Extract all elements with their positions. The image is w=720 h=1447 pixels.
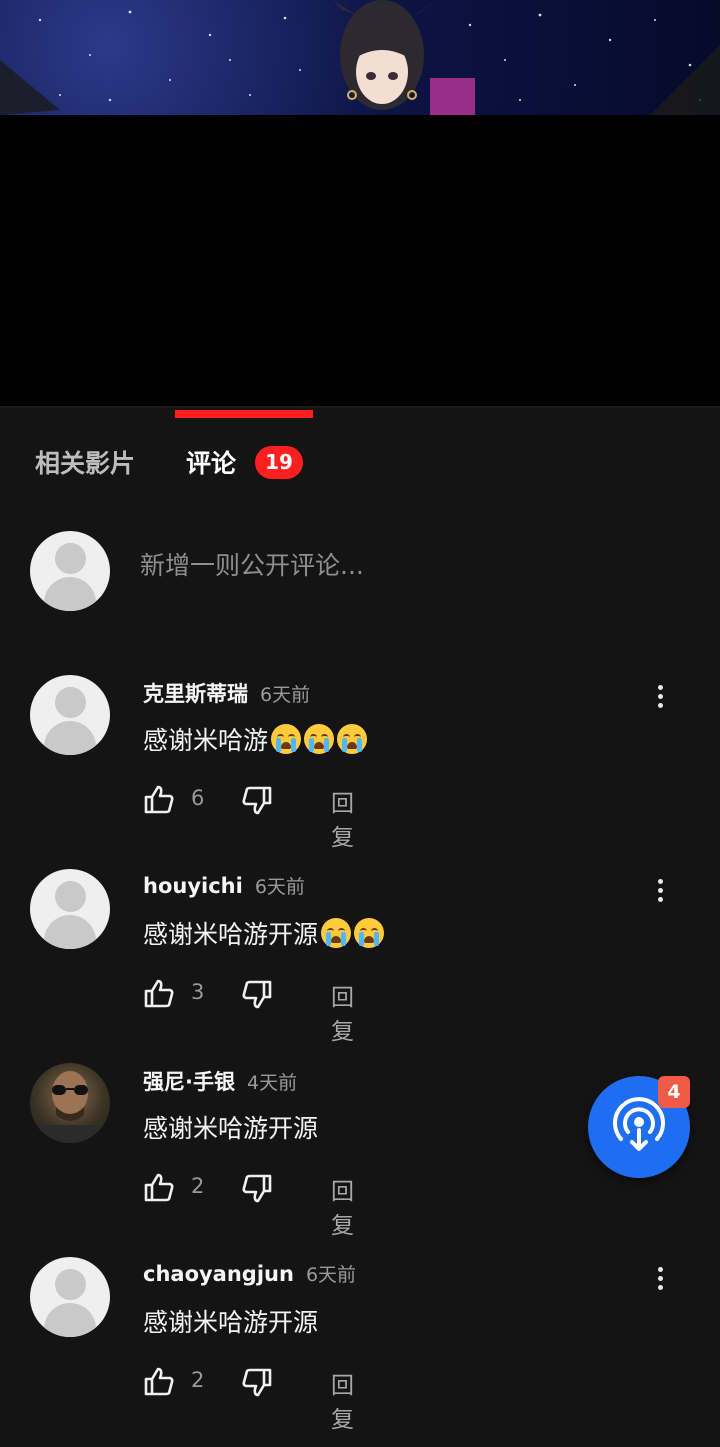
my-avatar <box>30 531 110 611</box>
comment-text: 感谢米哈游开源 <box>143 915 385 951</box>
avatar[interactable] <box>30 1257 110 1337</box>
comment-time: 4天前 <box>246 1072 298 1094</box>
comment-text: 感谢米哈游开源 <box>143 1303 318 1339</box>
comment-text-content: 感谢米哈游开源 <box>143 1308 319 1337</box>
tab-comments[interactable]: 评论 <box>186 444 236 480</box>
thumbs-down-icon[interactable] <box>241 979 273 1011</box>
more-options-icon[interactable] <box>650 1267 670 1297</box>
comment-author[interactable]: 强尼·手银 <box>143 1070 235 1094</box>
video-player[interactable] <box>0 0 720 406</box>
tab-related-videos[interactable]: 相关影片 <box>35 444 135 480</box>
loudly-crying-face-icon <box>337 724 368 754</box>
loudly-crying-face-icon <box>354 918 385 948</box>
loudly-crying-face-icon <box>321 918 352 948</box>
comment-author[interactable]: houyichi <box>143 874 243 898</box>
avatar[interactable] <box>30 869 110 949</box>
comment-text: 感谢米哈游开源 <box>143 1109 318 1145</box>
comment-time: 6天前 <box>260 684 311 706</box>
thumbs-up-icon[interactable] <box>143 783 175 815</box>
comment-author-line: chaoyangjun 6天前 <box>143 1260 356 1287</box>
user-photo-icon <box>30 1071 110 1143</box>
like-count: 2 <box>191 1174 205 1198</box>
divider <box>0 406 720 408</box>
comment-count-badge: 19 <box>255 446 303 479</box>
loudly-crying-face-icon <box>304 724 335 754</box>
thumbs-down-icon[interactable] <box>241 785 273 817</box>
comment-text-content: 感谢米哈游开源 <box>143 920 319 949</box>
avatar[interactable] <box>30 675 110 755</box>
comment-author-line: 克里斯蒂瑞 6天前 <box>143 678 310 708</box>
comment-text-content: 感谢米哈游开源 <box>143 1114 319 1143</box>
notification-badge: 4 <box>658 1076 690 1108</box>
reply-button[interactable]: 回复 <box>331 978 354 1046</box>
avatar[interactable] <box>30 1063 110 1143</box>
loudly-crying-face-icon <box>271 724 302 754</box>
comment-author[interactable]: 克里斯蒂瑞 <box>143 682 248 706</box>
comment-text: 感谢米哈游 <box>143 721 368 757</box>
thumbs-down-icon[interactable] <box>241 1173 273 1205</box>
reply-button[interactable]: 回复 <box>331 784 354 852</box>
comment-text-content: 感谢米哈游 <box>143 726 269 755</box>
active-tab-indicator <box>175 410 313 418</box>
reply-button[interactable]: 回复 <box>331 1172 354 1240</box>
add-comment-input[interactable]: 新增一则公开评论... <box>140 546 364 582</box>
reply-button[interactable]: 回复 <box>331 1366 354 1434</box>
comment-author-line: 强尼·手银 4天前 <box>143 1066 297 1096</box>
more-options-icon[interactable] <box>650 685 670 715</box>
thumbs-up-icon[interactable] <box>143 1365 175 1397</box>
comment-item: chaoyangjun 6天前 感谢米哈游开源 2 回复 <box>0 1257 720 1447</box>
like-count: 2 <box>191 1368 205 1392</box>
video-frame <box>0 0 720 115</box>
comment-time: 6天前 <box>305 1264 357 1286</box>
thumbs-up-icon[interactable] <box>143 977 175 1009</box>
comment-author-line: houyichi 6天前 <box>143 872 305 899</box>
comment-time: 6天前 <box>254 876 305 898</box>
thumbs-up-icon[interactable] <box>143 1171 175 1203</box>
like-count: 6 <box>191 786 205 810</box>
thumbs-down-icon[interactable] <box>241 1367 273 1399</box>
more-options-icon[interactable] <box>650 879 670 909</box>
comment-item: 克里斯蒂瑞 6天前 感谢米哈游 6 回复 <box>0 675 720 865</box>
comment-item: houyichi 6天前 感谢米哈游开源 3 回复 <box>0 869 720 1059</box>
anime-character-figure <box>332 0 437 110</box>
like-count: 3 <box>191 980 205 1004</box>
comment-author[interactable]: chaoyangjun <box>143 1262 294 1286</box>
